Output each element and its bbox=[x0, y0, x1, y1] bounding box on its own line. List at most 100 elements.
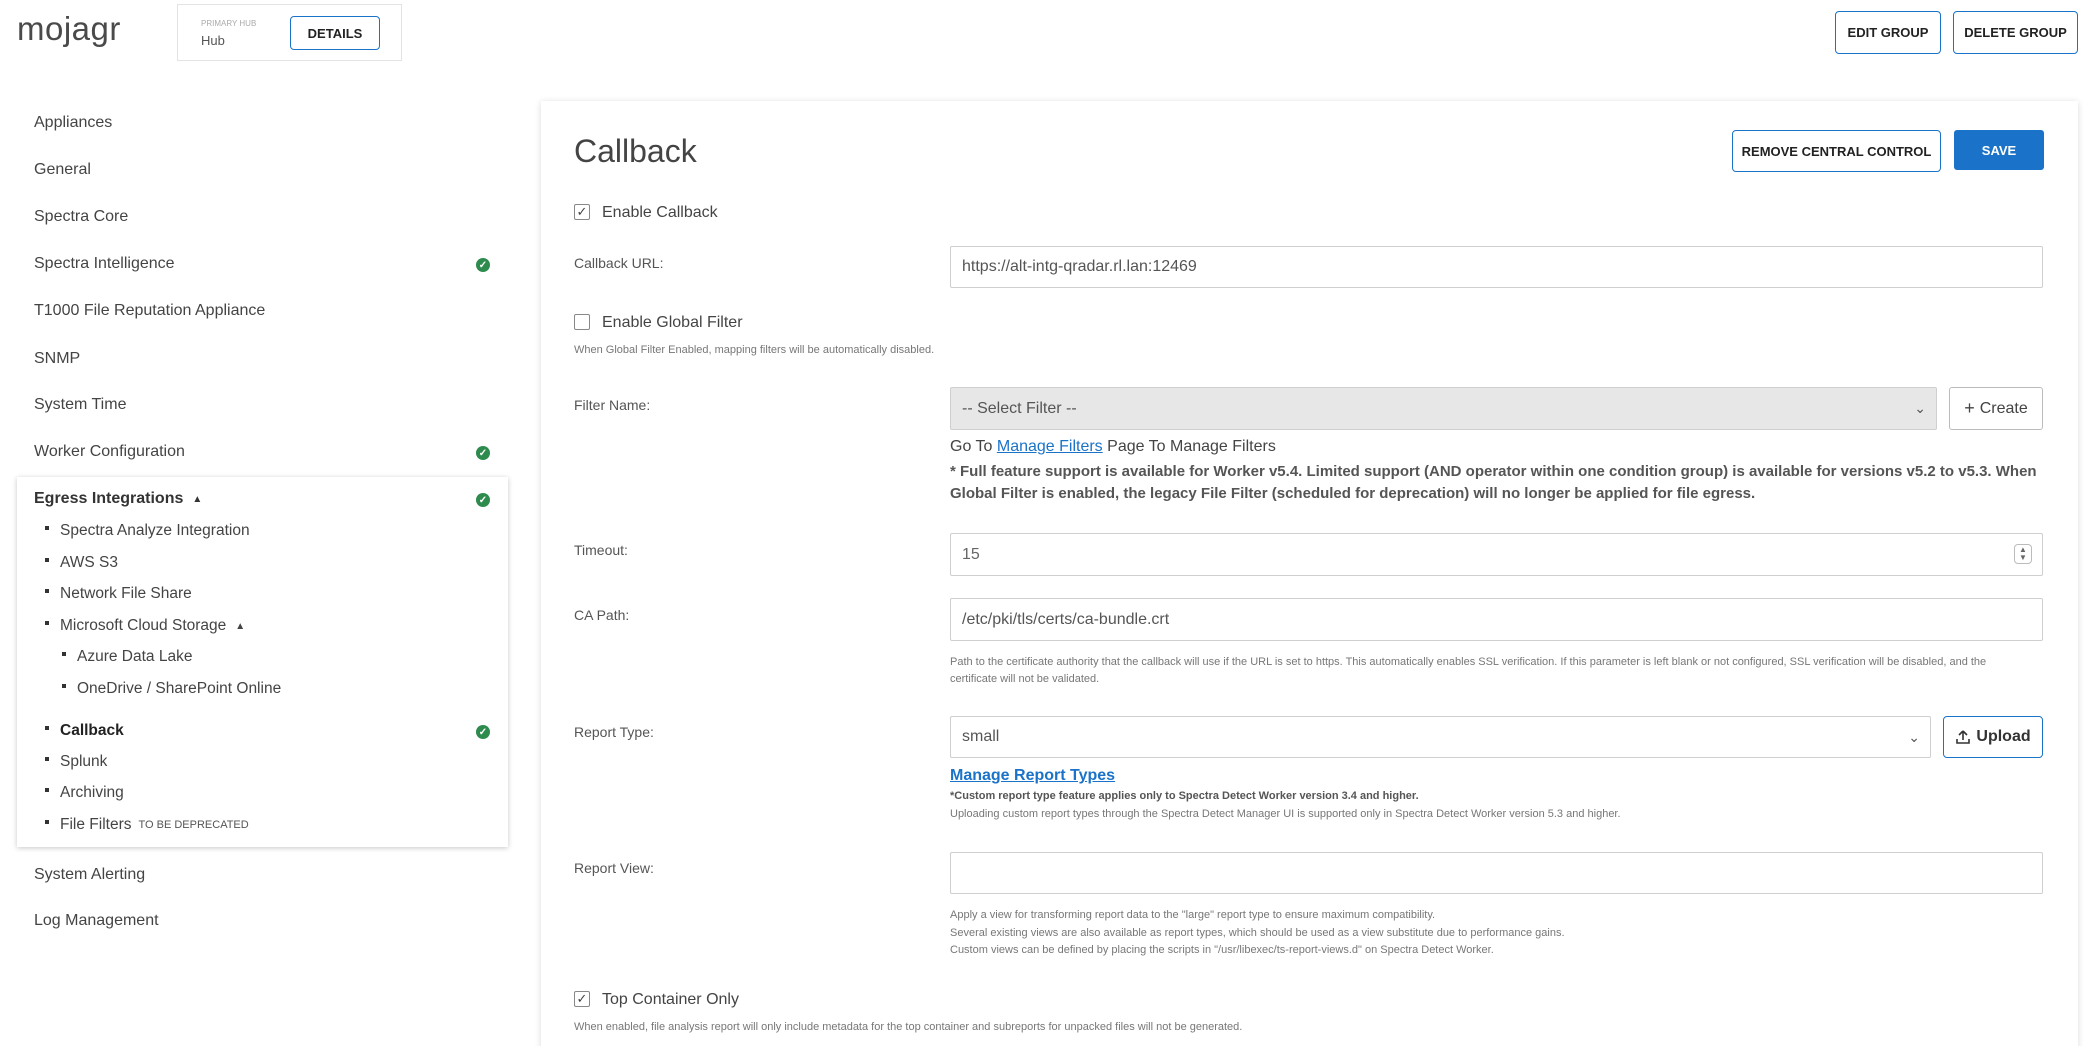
filter-support-note: * Full feature support is available for … bbox=[950, 463, 2037, 502]
remove-central-control-button[interactable]: REMOVE CENTRAL CONTROL bbox=[1732, 130, 1941, 172]
upload-icon bbox=[1956, 730, 1971, 744]
page-title: Callback bbox=[574, 133, 697, 169]
upload-label: Upload bbox=[1976, 728, 2031, 745]
deprecated-tag: TO BE DEPRECATED bbox=[138, 819, 249, 831]
top-container-only-checkbox[interactable]: ✓ bbox=[574, 991, 590, 1007]
app-title: mojagr bbox=[17, 10, 121, 47]
timeout-value: 15 bbox=[962, 545, 980, 563]
sidebar-item-general[interactable]: General bbox=[34, 161, 91, 179]
chevron-down-icon: ⌄ bbox=[1914, 400, 1926, 416]
sidebar-subitem-label: AWS S3 bbox=[60, 554, 118, 571]
sidebar-subitem-microsoft-cloud-storage[interactable]: Microsoft Cloud Storage ▲ bbox=[45, 617, 245, 635]
sidebar-subitem-spectra-analyze[interactable]: Spectra Analyze Integration bbox=[45, 522, 250, 540]
report-view-hint-3: Custom views can be defined by placing t… bbox=[950, 944, 1494, 956]
report-type-value: small bbox=[962, 728, 1000, 745]
sidebar-subitem-callback[interactable]: Callback bbox=[45, 722, 124, 740]
timeout-label: Timeout: bbox=[574, 542, 628, 558]
sidebar-subitem-azure-data-lake[interactable]: Azure Data Lake bbox=[62, 648, 192, 666]
bullet-icon bbox=[45, 621, 49, 625]
collapse-arrow-icon[interactable]: ▲ bbox=[235, 621, 245, 632]
sidebar-item-egress-integrations[interactable]: Egress Integrations ▲ bbox=[34, 490, 202, 508]
sidebar-subitem-label: Spectra Analyze Integration bbox=[60, 522, 250, 539]
sidebar-item-worker-configuration[interactable]: Worker Configuration bbox=[34, 443, 185, 461]
check-icon: ✓ bbox=[476, 493, 490, 507]
manage-filters-line: Go To Manage Filters Page To Manage Filt… bbox=[950, 438, 1276, 456]
global-filter-hint: When Global Filter Enabled, mapping filt… bbox=[574, 344, 935, 356]
upload-button[interactable]: Upload bbox=[1943, 716, 2043, 758]
check-icon: ✓ bbox=[476, 446, 490, 460]
report-view-hint-2: Several existing views are also availabl… bbox=[950, 927, 1565, 939]
sidebar-subitem-onedrive-sharepoint[interactable]: OneDrive / SharePoint Online bbox=[62, 680, 281, 698]
bullet-icon bbox=[62, 652, 66, 656]
sidebar-subitem-label: File Filters bbox=[60, 816, 132, 833]
plus-icon: + bbox=[1964, 398, 1975, 418]
sidebar-item-label: Egress Integrations bbox=[34, 490, 184, 507]
create-filter-label: Create bbox=[1979, 399, 2028, 417]
sidebar-subitem-label: Network File Share bbox=[60, 585, 192, 602]
goto-suffix: Page To Manage Filters bbox=[1107, 438, 1276, 455]
number-spinner-icon[interactable]: ▲ ▼ bbox=[2014, 544, 2032, 564]
filter-name-label: Filter Name: bbox=[574, 397, 651, 413]
bullet-icon bbox=[62, 684, 66, 688]
callback-url-input[interactable]: https://alt-intg-qradar.rl.lan:12469 bbox=[950, 246, 2043, 288]
manage-report-types-link[interactable]: Manage Report Types bbox=[950, 767, 1115, 785]
filter-name-select[interactable]: -- Select Filter -- ⌄ bbox=[950, 387, 1937, 430]
sidebar-subitem-label: Azure Data Lake bbox=[77, 648, 193, 665]
report-type-note: Uploading custom report types through th… bbox=[950, 808, 1621, 820]
sidebar-item-system-alerting[interactable]: System Alerting bbox=[34, 866, 145, 884]
sidebar-subitem-network-file-share[interactable]: Network File Share bbox=[45, 585, 192, 603]
check-icon: ✓ bbox=[476, 725, 490, 739]
sidebar-subitem-splunk[interactable]: Splunk bbox=[45, 753, 107, 771]
bullet-icon bbox=[45, 820, 49, 824]
sidebar-item-snmp[interactable]: SNMP bbox=[34, 350, 80, 368]
report-view-hint-1: Apply a view for transforming report dat… bbox=[950, 909, 1436, 921]
report-type-note-bold: *Custom report type feature applies only… bbox=[950, 790, 1419, 802]
enable-callback-checkbox[interactable]: ✓ bbox=[574, 204, 590, 220]
goto-prefix: Go To bbox=[950, 438, 993, 455]
manage-filters-link[interactable]: Manage Filters bbox=[997, 438, 1103, 455]
sidebar-subitem-label: OneDrive / SharePoint Online bbox=[77, 680, 282, 697]
ca-path-input[interactable]: /etc/pki/tls/certs/ca-bundle.crt bbox=[950, 598, 2043, 641]
timeout-input[interactable]: 15 ▲ ▼ bbox=[950, 533, 2043, 576]
hub-caption: PRIMARY HUB bbox=[201, 19, 257, 28]
sidebar-item-t1000[interactable]: T1000 File Reputation Appliance bbox=[34, 302, 265, 320]
enable-global-filter-label: Enable Global Filter bbox=[602, 314, 743, 331]
details-button[interactable]: DETAILS bbox=[290, 16, 380, 50]
sidebar-item-appliances[interactable]: Appliances bbox=[34, 114, 112, 132]
sidebar-subitem-label: Callback bbox=[60, 722, 124, 739]
sidebar-item-log-management[interactable]: Log Management bbox=[34, 912, 159, 930]
sidebar-subitem-label: Microsoft Cloud Storage bbox=[60, 617, 227, 634]
report-view-input[interactable] bbox=[950, 852, 2043, 894]
filter-name-placeholder: -- Select Filter -- bbox=[962, 399, 1077, 417]
top-container-only-label: Top Container Only bbox=[602, 991, 739, 1008]
ca-path-label: CA Path: bbox=[574, 607, 630, 623]
bullet-icon bbox=[45, 558, 49, 562]
sidebar-item-spectra-core[interactable]: Spectra Core bbox=[34, 208, 128, 226]
bullet-icon bbox=[45, 788, 49, 792]
sidebar-subitem-label: Archiving bbox=[60, 784, 124, 801]
report-view-label: Report View: bbox=[574, 860, 654, 876]
sidebar-subitem-label: Splunk bbox=[60, 753, 108, 770]
enable-global-filter-checkbox[interactable] bbox=[574, 314, 590, 330]
edit-group-button[interactable]: EDIT GROUP bbox=[1835, 11, 1941, 54]
check-icon: ✓ bbox=[476, 258, 490, 272]
report-type-select[interactable]: small ⌄ bbox=[950, 716, 1931, 758]
ca-path-hint: Path to the certificate authority that t… bbox=[950, 656, 1987, 685]
create-filter-button[interactable]: + Create bbox=[1949, 387, 2043, 430]
sidebar-item-system-time[interactable]: System Time bbox=[34, 396, 126, 414]
collapse-arrow-icon[interactable]: ▲ bbox=[192, 494, 202, 505]
delete-group-button[interactable]: DELETE GROUP bbox=[1953, 11, 2078, 54]
sidebar-subitem-aws-s3[interactable]: AWS S3 bbox=[45, 554, 118, 572]
enable-callback-label: Enable Callback bbox=[602, 204, 718, 221]
save-button[interactable]: SAVE bbox=[1954, 130, 2044, 170]
top-container-only-hint: When enabled, file analysis report will … bbox=[574, 1021, 1243, 1033]
chevron-down-icon: ⌄ bbox=[1908, 728, 1920, 745]
hub-name: Hub bbox=[201, 33, 225, 48]
bullet-icon bbox=[45, 757, 49, 761]
callback-url-label: Callback URL: bbox=[574, 255, 664, 271]
sidebar-subitem-file-filters[interactable]: File Filters TO BE DEPRECATED bbox=[45, 816, 249, 834]
bullet-icon bbox=[45, 726, 49, 730]
sidebar-item-spectra-intelligence[interactable]: Spectra Intelligence bbox=[34, 255, 175, 273]
report-type-label: Report Type: bbox=[574, 724, 654, 740]
sidebar-subitem-archiving[interactable]: Archiving bbox=[45, 784, 124, 802]
